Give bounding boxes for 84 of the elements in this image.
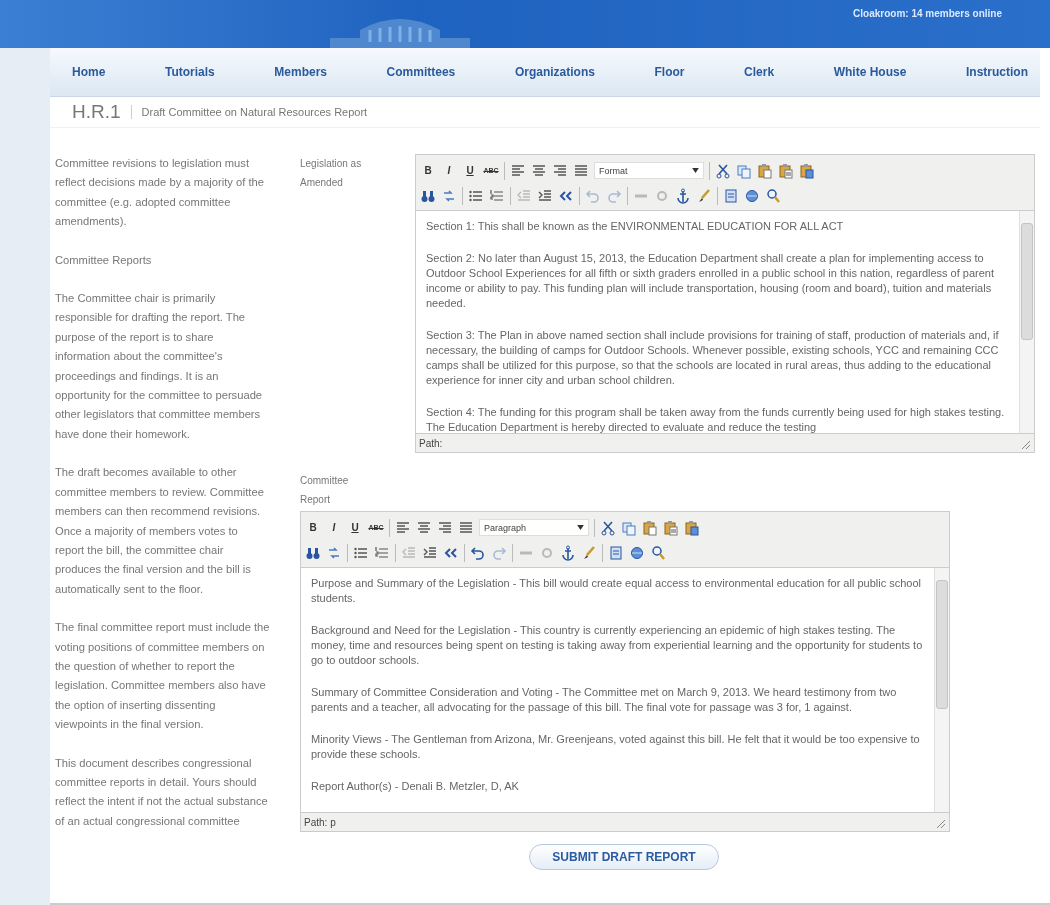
align-left-icon[interactable]	[395, 519, 411, 536]
online-status: Cloakroom: 14 members online	[853, 8, 1002, 19]
align-right-icon[interactable]	[552, 162, 568, 179]
caret-icon	[577, 525, 584, 530]
nav-link[interactable]: Tutorials	[164, 65, 215, 79]
title-divider	[130, 105, 132, 119]
italic-button[interactable]: I	[441, 165, 457, 176]
editor-paragraph: Section 2: No later than August 15, 2013, the Education Department shall create a plan for implementing access to Outdoor School Experiences for all fifth or sixth graders enrolled in a public school in this nation, regardless of parent income or ability to pay. This funding plan will include transportation, housing (room and board), tuition and materials needed.	[426, 251, 996, 311]
indent-icon[interactable]	[537, 187, 553, 204]
sidebar-paragraph: Committee revisions to legislation must reflect decisions made by a majority of the committee (e.g. adopted committee amendments).	[55, 156, 265, 230]
clipboard-icon[interactable]	[684, 519, 700, 536]
nav-link[interactable]: Instruction	[965, 65, 1028, 79]
nav-link[interactable]: Organizations	[514, 65, 595, 79]
replace-icon[interactable]	[441, 187, 457, 204]
rich-text-editor[interactable]	[415, 154, 1035, 453]
editor-paragraph: Section 4: The funding for this program shall be taken away from the funds currently being used for high stakes testing. The Education Department is hereby directed to evaluate and reduce the testing	[426, 405, 1006, 435]
sidebar-paragraph: This document describes congressional committee reports in detail. Yours should reflect the intent if not the actual substance of an actual congressional committee	[55, 755, 269, 829]
magnifier-icon[interactable]	[765, 187, 781, 204]
replace-icon[interactable]	[326, 544, 342, 561]
scissors-icon[interactable]	[600, 519, 616, 536]
sidebar-paragraph: The Committee chair is primarily responsible for drafting the report. The purpose of the report is to share information about the committee's proceedings and findings. It is an opportunity for the committee to persuade other legislators that committee members have done their homework.	[55, 291, 264, 442]
bill-number: H.R.1	[72, 101, 121, 123]
nav-link[interactable]: White House	[833, 65, 907, 79]
copy-icon[interactable]	[736, 162, 752, 179]
nav-link[interactable]: Committees	[386, 65, 456, 79]
italic-button[interactable]: I	[326, 522, 342, 533]
field-label: Legislation as Amended	[300, 157, 363, 190]
brush-icon[interactable]	[696, 187, 712, 204]
scrollbar[interactable]	[934, 568, 949, 812]
scrollbar[interactable]	[1019, 211, 1034, 433]
numbered-list-icon[interactable]	[489, 187, 505, 204]
underline-button[interactable]: U	[462, 165, 478, 176]
document-icon[interactable]	[608, 544, 624, 561]
clipboard-icon[interactable]	[799, 162, 815, 179]
copy-icon[interactable]	[621, 519, 637, 536]
sidebar-paragraph: The final committee report must include the voting positions of committee members on the question of whether to report the legislation. Committee members also have the option of inserting dissenting viewpoints in the final version.	[55, 620, 270, 733]
clipboard-icon[interactable]	[663, 519, 679, 536]
nav-link[interactable]: Home	[72, 65, 106, 79]
editor-paragraph: Purpose and Summary of the Legislation - This bill would create equal access to environmental education for all public school students.	[311, 576, 923, 606]
editor-paragraph: Background and Need for the Legislation - This country is currently experiencing an epidemic of high stakes testing. The money, time and resources being spent on testing is taking away from experiential learning and the opportunity for students to go to outdoor schools.	[311, 623, 924, 668]
sidebar-paragraph: The draft becomes available to other committee members to review. Committee members can then recommend revisions. Once a majority of members votes to report the bill, the committee chair produces the final version and the bill is automatically sent to the floor.	[55, 465, 265, 597]
anchor-icon[interactable]	[560, 544, 576, 561]
clipboard-icon[interactable]	[778, 162, 794, 179]
sidebar-paragraph: Committee Reports	[55, 252, 153, 268]
globe-icon[interactable]	[744, 187, 760, 204]
editor-paragraph: Summary of Committee Consideration and Voting - The Committee met on March 9, 2013. We heard testimony from two parents and a teacher, all advocating for the passage of this bill. The final vote for passage was 3 for, 1 against.	[311, 685, 898, 715]
resize-grip-icon[interactable]	[1021, 440, 1031, 450]
undo-icon[interactable]	[470, 544, 486, 561]
editor-paragraph: Report Author(s) - Denali B. Metzler, D, AK	[311, 779, 520, 794]
path-label: Path:	[419, 437, 443, 449]
align-left-icon[interactable]	[510, 162, 526, 179]
anchor-icon[interactable]	[675, 187, 691, 204]
clipboard-icon[interactable]	[757, 162, 773, 179]
field-label: Committee Report	[300, 474, 350, 507]
bold-button[interactable]: B	[420, 165, 436, 176]
align-center-icon[interactable]	[416, 519, 432, 536]
underline-button[interactable]: U	[347, 522, 363, 533]
brush-icon[interactable]	[581, 544, 597, 561]
bold-button[interactable]: B	[305, 522, 321, 533]
format-dropdown[interactable]: Paragraph	[479, 519, 589, 536]
nav-link[interactable]: Members	[274, 65, 327, 79]
document-icon[interactable]	[723, 187, 739, 204]
nav-link[interactable]: Clerk	[744, 65, 775, 79]
justify-icon[interactable]	[458, 519, 474, 536]
editor-paragraph: Minority Views - The Gentleman from Arizona, Mr. Greenjeans, voted against this bill. He felt that it would be too expensive to provide these schools.	[311, 732, 921, 762]
clipboard-icon[interactable]	[642, 519, 658, 536]
editor-paragraph: Section 1: This shall be known as the ENVIRONMENTAL EDUCATION FOR ALL ACT	[426, 219, 845, 234]
scissors-icon[interactable]	[715, 162, 731, 179]
format-dropdown[interactable]: Format	[594, 162, 704, 179]
path-label: Path: p	[304, 816, 336, 828]
rich-text-editor[interactable]	[300, 511, 950, 832]
resize-grip-icon[interactable]	[936, 819, 946, 829]
editor-paragraph: Section 3: The Plan in above named section shall include provisions for training of staff, production of materials and, if necessary, the building of camps for Outdoor Schools. Whenever possible, existing schools, YCC and remaining CCC camps shall be utilized for this purpose, so that the schools are located in rural areas, thus adding to the educational experience for inner city and urban school children.	[426, 328, 1000, 388]
nav-link[interactable]: Floor	[654, 65, 685, 79]
numbered-list-icon[interactable]	[374, 544, 390, 561]
align-center-icon[interactable]	[531, 162, 547, 179]
caret-icon	[692, 168, 699, 173]
justify-icon[interactable]	[573, 162, 589, 179]
submit-button[interactable]: SUBMIT DRAFT REPORT	[529, 844, 719, 870]
indent-icon[interactable]	[422, 544, 438, 561]
page-subtitle: Draft Committee on Natural Resources Report	[141, 106, 368, 118]
align-right-icon[interactable]	[437, 519, 453, 536]
magnifier-icon[interactable]	[650, 544, 666, 561]
globe-icon[interactable]	[629, 544, 645, 561]
